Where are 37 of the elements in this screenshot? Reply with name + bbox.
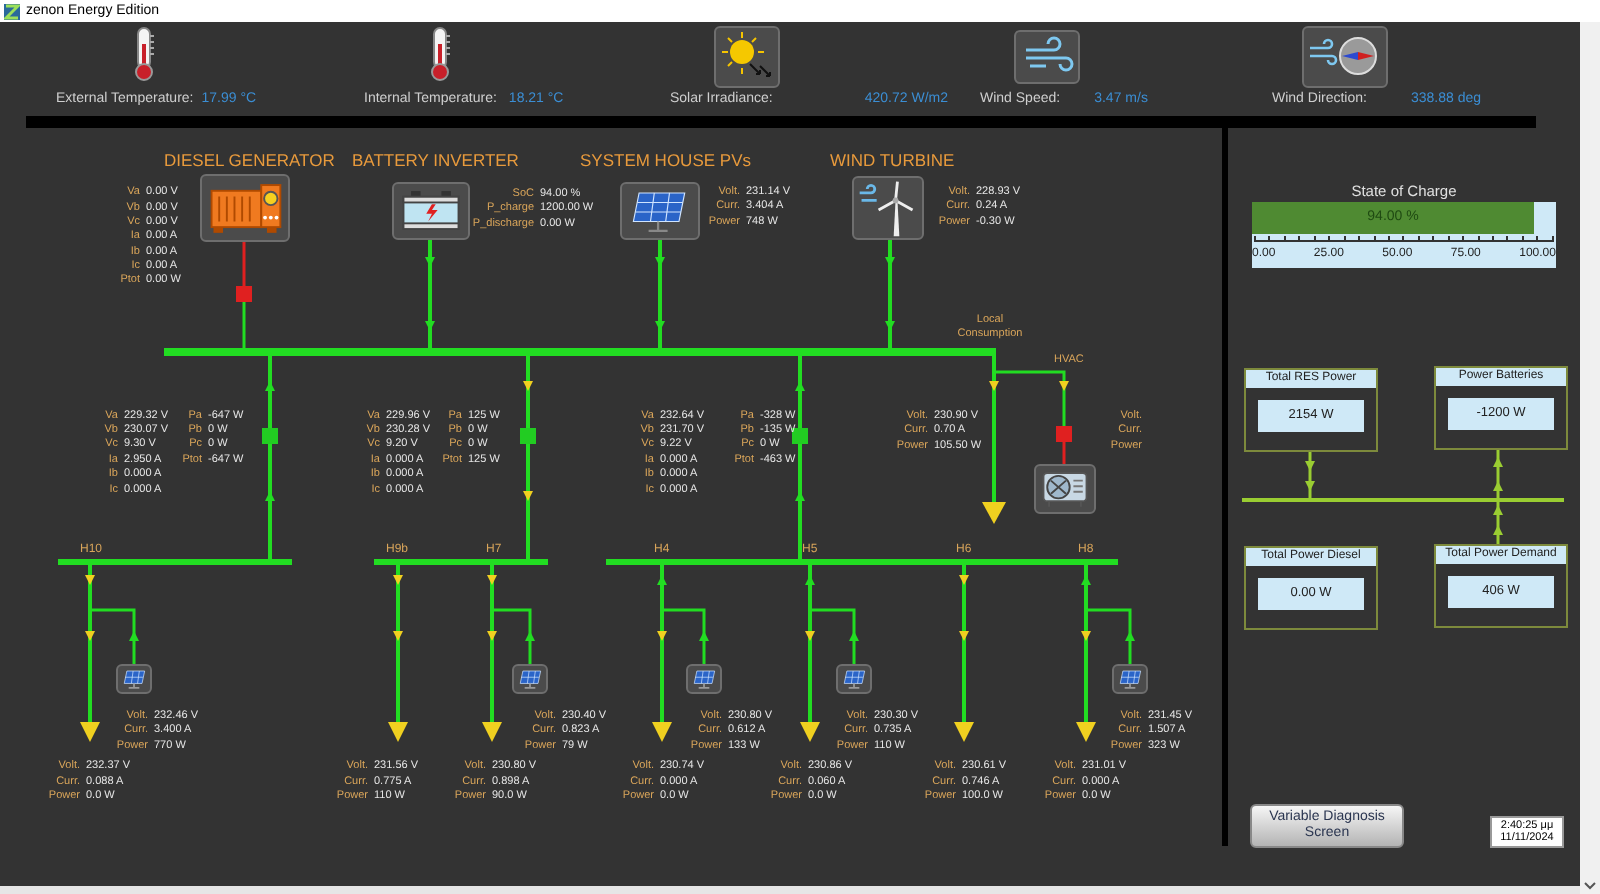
- solar-panel-icon: [1112, 664, 1148, 694]
- flow-line: [1493, 450, 1503, 544]
- solar-panel-icon: [836, 664, 872, 694]
- source-title: SYSTEM HOUSE PVs: [580, 150, 751, 170]
- generator-icon: [200, 174, 290, 242]
- power-line: [492, 608, 535, 664]
- compass-icon: [1302, 26, 1388, 88]
- power-line: [242, 302, 246, 350]
- power-line: [655, 240, 665, 350]
- solar-panel-icon: [512, 664, 548, 694]
- vertical-scrollbar[interactable]: [1580, 22, 1600, 894]
- power-line: [425, 240, 435, 350]
- wind-turbine-icon: [852, 176, 924, 240]
- wind-icon: [1014, 30, 1080, 84]
- breaker-switch[interactable]: [236, 286, 252, 302]
- power-line: [90, 608, 139, 664]
- source-title: BATTERY INVERTER: [352, 150, 519, 170]
- power-line: [885, 240, 895, 350]
- battery-icon: [392, 182, 470, 240]
- sun-icon: [714, 26, 780, 88]
- flow-line: [1305, 450, 1315, 498]
- power-line: [1086, 608, 1135, 664]
- power-line: [810, 608, 859, 664]
- breaker-switch[interactable]: [792, 428, 808, 444]
- breaker-switch[interactable]: [262, 428, 278, 444]
- air-conditioner-icon: [1034, 464, 1096, 514]
- solar-panel-icon: [116, 664, 152, 694]
- source-title: DIESEL GENERATOR: [164, 150, 335, 170]
- source-title: WIND TURBINE: [830, 150, 955, 170]
- solar-panel-icon: [620, 182, 700, 240]
- app-icon: [4, 3, 20, 19]
- breaker-switch[interactable]: [1056, 426, 1072, 442]
- scroll-down-icon[interactable]: [1584, 882, 1596, 890]
- power-line: [662, 608, 709, 664]
- breaker-switch[interactable]: [520, 428, 536, 444]
- solar-panel-icon: [686, 664, 722, 694]
- power-line: [994, 370, 1069, 426]
